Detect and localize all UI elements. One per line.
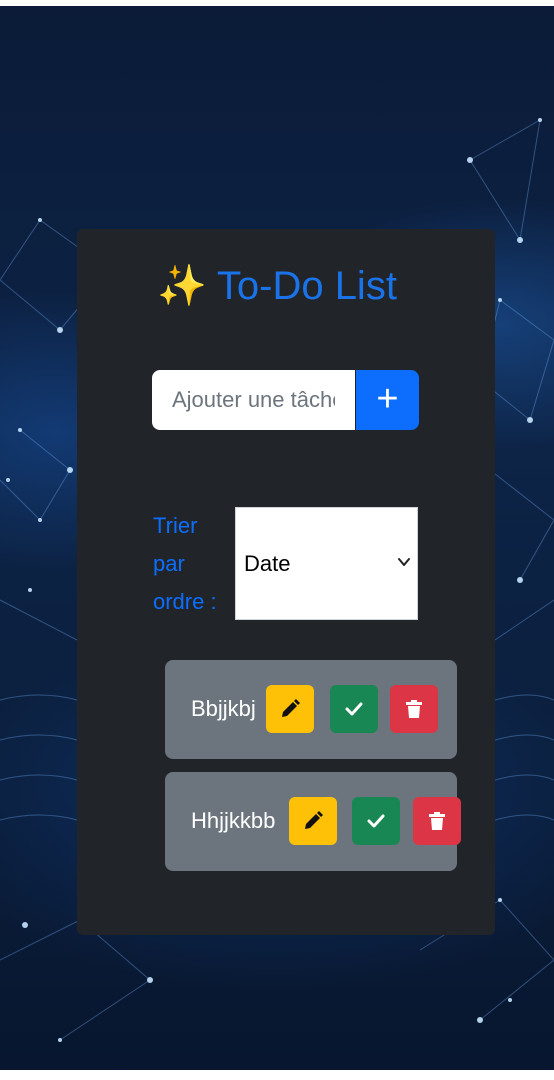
task-text: Hhjjkkbb (191, 808, 276, 833)
delete-button[interactable] (413, 797, 461, 845)
complete-button[interactable] (352, 797, 400, 845)
task-item: Hhjjkkbb (165, 772, 461, 871)
top-edge (0, 0, 554, 6)
pencil-icon (282, 699, 300, 717)
sparkles-icon: ✨ (157, 264, 207, 308)
check-icon (345, 702, 363, 716)
bottom-edge (0, 1070, 554, 1080)
sort-select[interactable]: Date (235, 507, 418, 620)
title-text: To-Do List (216, 264, 397, 308)
pencil-icon (305, 811, 323, 829)
task-item: Bbjjkbj (165, 660, 457, 759)
edit-button[interactable] (266, 685, 314, 733)
edit-button[interactable] (289, 797, 337, 845)
sort-select-value: Date (244, 551, 291, 576)
add-task-button[interactable]: + (356, 370, 419, 430)
sort-label: Trier par ordre : (153, 513, 217, 614)
delete-button[interactable] (390, 685, 438, 733)
chevron-down-icon (398, 558, 410, 566)
trash-icon (429, 812, 445, 830)
trash-icon (406, 700, 422, 718)
check-icon (367, 814, 385, 828)
task-input[interactable] (152, 370, 355, 430)
page-title: ✨ To-Do List (0, 262, 554, 309)
complete-button[interactable] (330, 685, 378, 733)
task-text: Bbjjkbj (191, 696, 256, 721)
